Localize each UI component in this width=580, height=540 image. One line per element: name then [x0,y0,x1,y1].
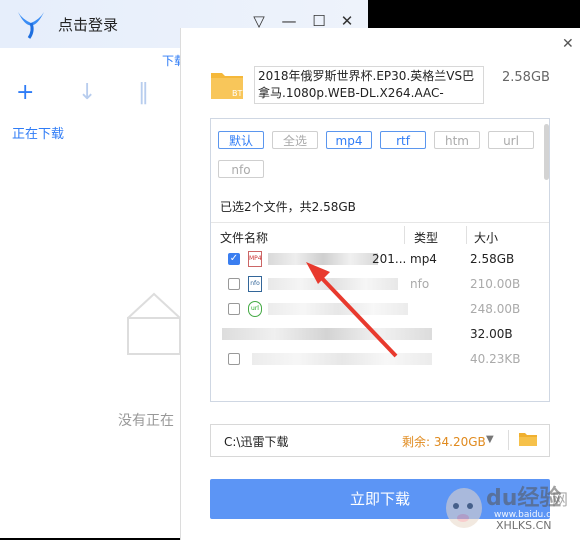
path-dropdown-icon[interactable]: ▼ [486,434,494,445]
browse-folder-icon[interactable] [518,431,538,447]
free-space: 剩余: 34.20GB [402,435,486,449]
watermark-net: 网 [552,490,569,509]
annotation-arrow [306,262,398,358]
save-path: C:\迅雷下载 [224,435,289,449]
watermark-xh: XHLKS.CN [496,519,552,532]
divider [508,430,509,450]
watermark-text: du经验 [486,486,562,511]
